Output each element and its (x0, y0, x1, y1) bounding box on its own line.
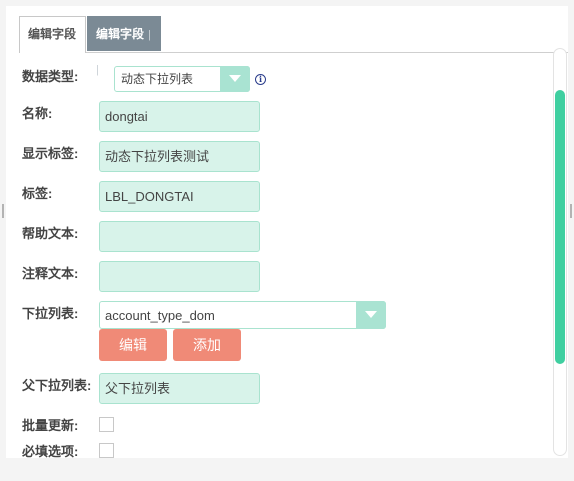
info-icon[interactable]: i (255, 74, 266, 85)
parent-dropdown-label: 父下拉列表: (22, 378, 92, 393)
edit-field-panel: 编辑字段 编辑字段 | | 数据类型: 动态下拉列表 i 名称: dongtai … (6, 6, 568, 459)
comment-text-field[interactable] (99, 261, 260, 292)
tag-label: 标签: (22, 186, 53, 201)
data-type-label: 数据类型: (22, 69, 79, 84)
page-footer-band (0, 458, 574, 481)
scrollbar-thumb[interactable] (555, 90, 565, 364)
mass-update-label: 批量更新: (22, 418, 79, 433)
dropdown-list-value: account_type_dom (105, 308, 215, 323)
right-resize-handle[interactable] (570, 204, 572, 218)
parent-dropdown-field[interactable]: 父下拉列表 (99, 373, 260, 404)
help-text-field[interactable] (99, 221, 260, 252)
edit-button[interactable]: 编辑 (99, 329, 167, 361)
name-field[interactable]: dongtai (99, 101, 260, 132)
data-type-select[interactable]: 动态下拉列表 (114, 66, 250, 92)
mass-update-checkbox[interactable] (99, 417, 114, 432)
field-form: 数据类型: 动态下拉列表 i 名称: dongtai 显示标签: 动态下拉列表测… (6, 6, 568, 459)
comment-text-label: 注释文本: (22, 266, 79, 281)
chevron-down-icon[interactable] (356, 301, 386, 329)
data-type-value: 动态下拉列表 (121, 72, 194, 86)
name-label: 名称: (22, 106, 53, 121)
chevron-down-icon[interactable] (220, 66, 250, 92)
dropdown-list-label: 下拉列表: (22, 306, 79, 321)
add-button[interactable]: 添加 (173, 329, 241, 361)
required-checkbox[interactable] (99, 443, 114, 458)
display-label-label: 显示标签: (22, 146, 79, 161)
left-resize-handle[interactable] (2, 204, 4, 218)
help-text-label: 帮助文本: (22, 226, 79, 241)
tag-field[interactable]: LBL_DONGTAI (99, 181, 260, 212)
dropdown-list-select[interactable]: account_type_dom (99, 301, 386, 329)
display-label-field[interactable]: 动态下拉列表测试 (99, 141, 260, 172)
